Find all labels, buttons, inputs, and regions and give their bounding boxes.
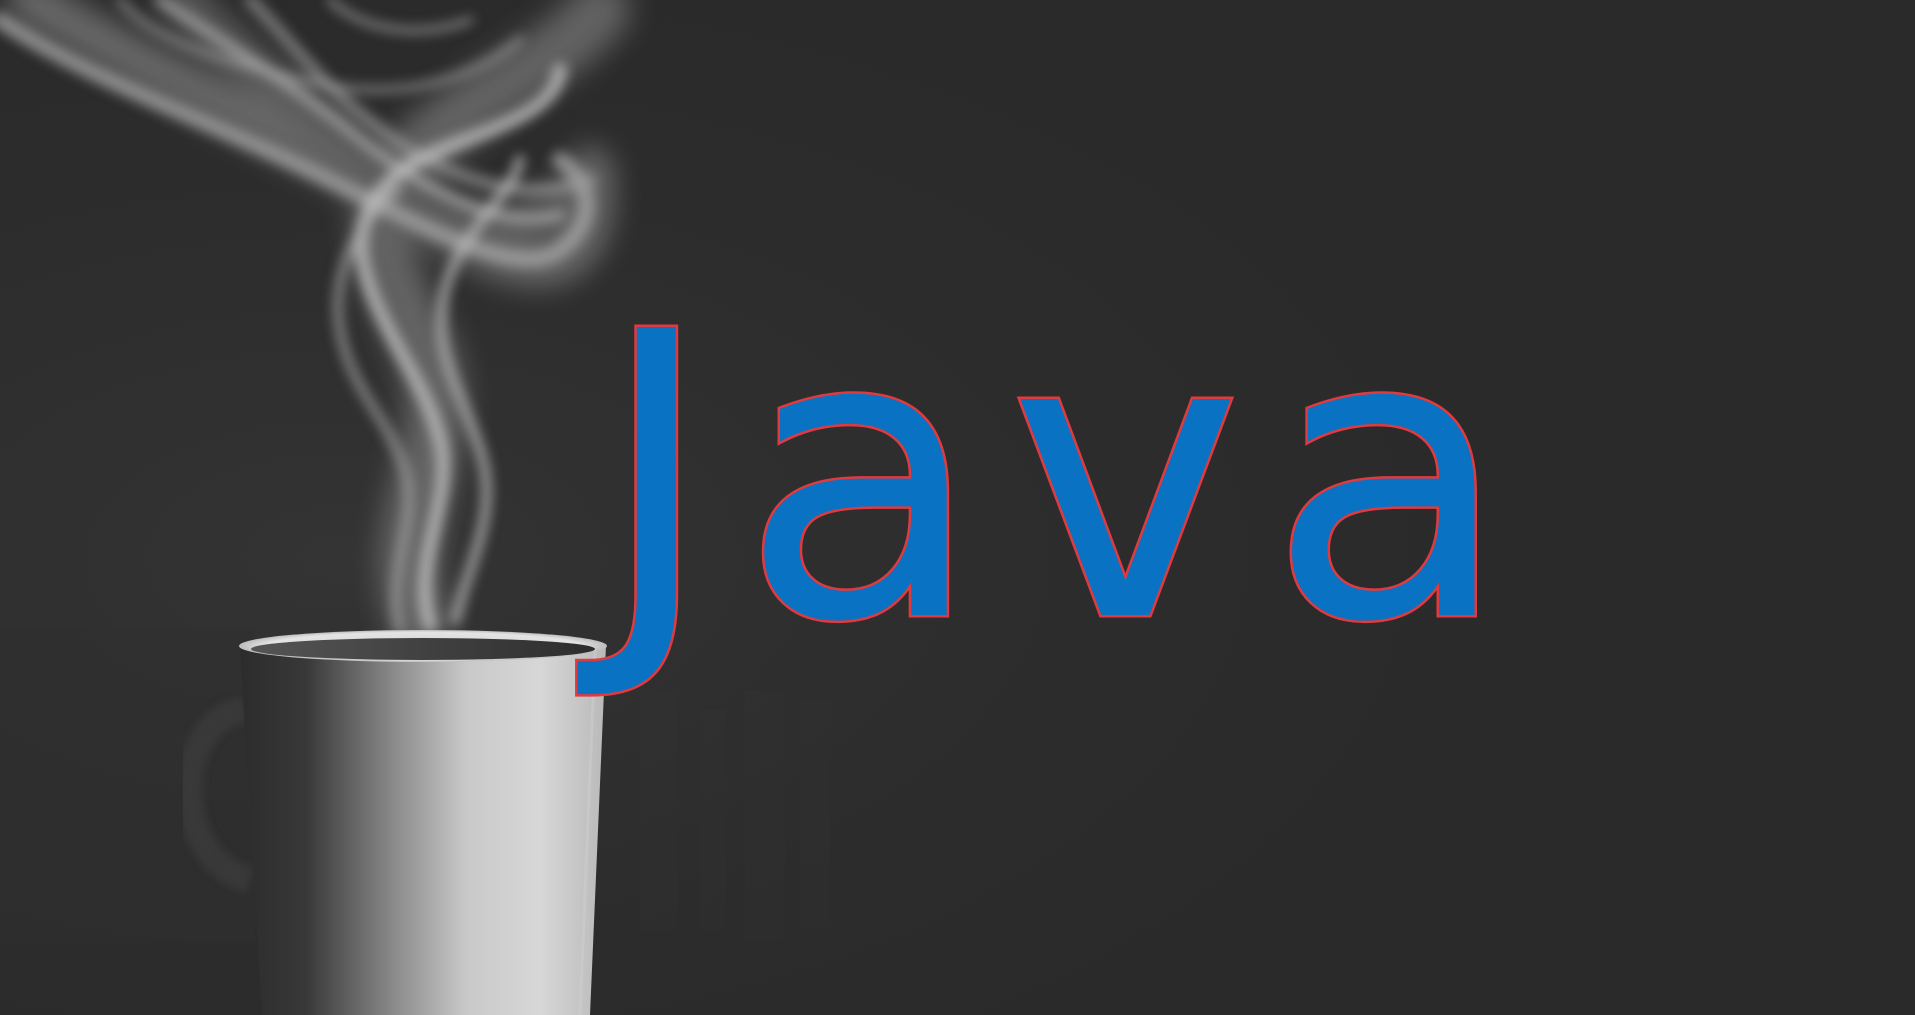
banner-scene: Java: [0, 0, 1915, 1015]
java-title: Java: [595, 249, 1537, 709]
